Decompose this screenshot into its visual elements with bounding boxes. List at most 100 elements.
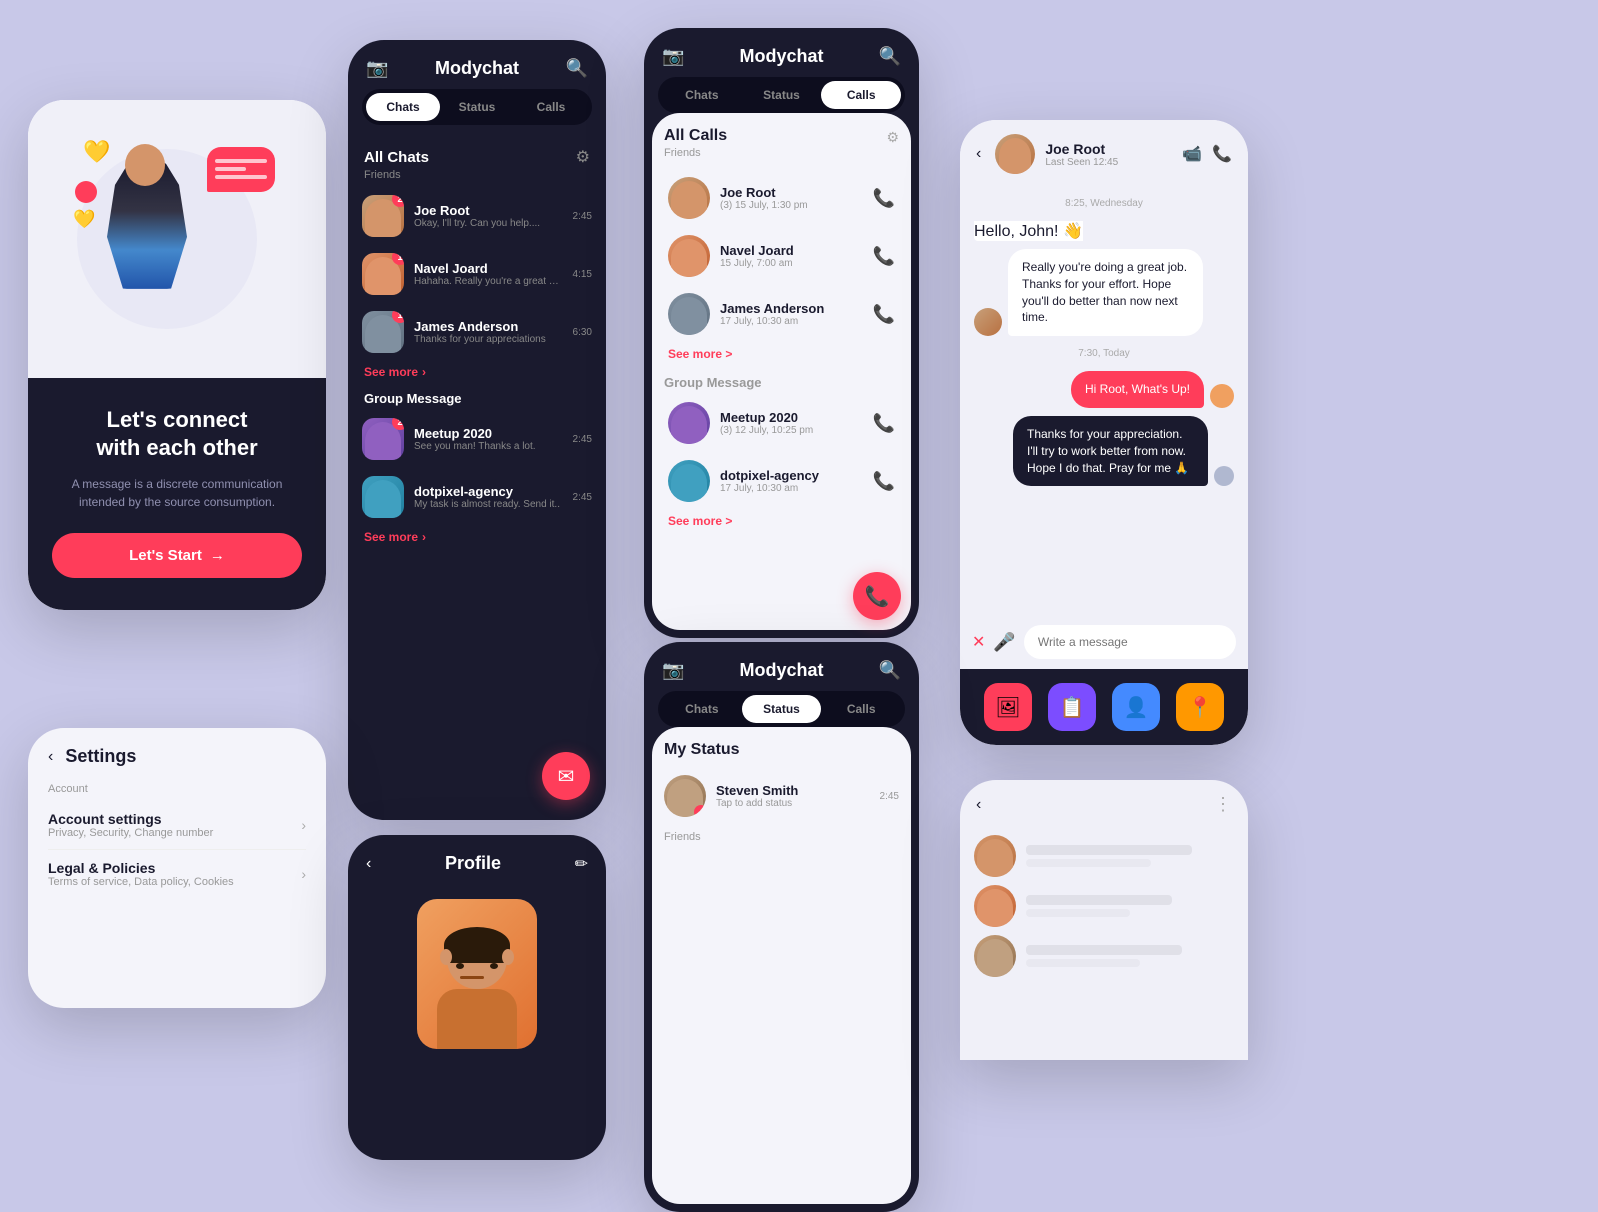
status-header: 📷 Modychat 🔍 bbox=[644, 642, 919, 691]
my-status-title: My Status bbox=[664, 741, 899, 759]
chevron-account-icon: › bbox=[301, 817, 306, 833]
voice-call-icon[interactable]: 📞 bbox=[1212, 144, 1232, 164]
partial-row-2 bbox=[974, 885, 1234, 927]
see-more-friends[interactable]: See more › bbox=[348, 361, 606, 387]
status-item-steven[interactable]: + Steven Smith Tap to add status 2:45 bbox=[664, 769, 899, 823]
chat-item-meetup[interactable]: 2 Meetup 2020 See you man! Thanks a lot.… bbox=[348, 410, 606, 468]
detail-input-area: ✕ 🎤 bbox=[960, 615, 1248, 669]
call-item-navel[interactable]: Navel Joard 15 July, 7:00 am 📞 bbox=[664, 227, 899, 285]
calls-header: 📷 Modychat 🔍 bbox=[644, 28, 919, 77]
calls-filter-icon[interactable]: ⚙ bbox=[886, 129, 899, 146]
calls-body: All Calls ⚙ Friends Joe Root (3) 15 July… bbox=[652, 113, 911, 630]
tab-chats[interactable]: Chats bbox=[366, 93, 440, 121]
status-app-title: Modychat bbox=[739, 660, 823, 681]
call-avatar-meetup bbox=[668, 402, 710, 444]
calls-friends-sub: Friends bbox=[664, 147, 899, 159]
partial-menu-icon[interactable]: ⋮ bbox=[1214, 794, 1232, 815]
msg-appreciation: Thanks for your appreciation. I'll try t… bbox=[1013, 416, 1208, 486]
chat-info-meetup: Meetup 2020 See you man! Thanks a lot. bbox=[414, 426, 563, 452]
profile-edit-icon[interactable]: ✏ bbox=[575, 854, 588, 874]
status-add-icon: + bbox=[694, 805, 706, 817]
call-avatar-navel bbox=[668, 235, 710, 277]
status-tab-status[interactable]: Status bbox=[742, 695, 822, 723]
onboarding-card: 💛 💛 Let's connect with each other A mess… bbox=[28, 100, 326, 610]
all-calls-title: All Calls bbox=[664, 127, 727, 145]
chat-item-dotpixel[interactable]: dotpixel-agency My task is almost ready.… bbox=[348, 468, 606, 526]
settings-item-account[interactable]: Account settings Privacy, Security, Chan… bbox=[48, 801, 306, 850]
msg-date-wednesday: 8:25, Wednesday bbox=[974, 198, 1234, 209]
partial-avatar-3 bbox=[974, 935, 1016, 977]
settings-item-legal[interactable]: Legal & Policies Terms of service, Data … bbox=[48, 850, 306, 898]
chats-app-title: Modychat bbox=[435, 58, 519, 79]
calls-see-more-friends[interactable]: See more > bbox=[664, 343, 899, 369]
status-tab-calls[interactable]: Calls bbox=[821, 695, 901, 723]
profile-card: ‹ Profile ✏ bbox=[348, 835, 606, 1160]
calls-see-more-groups[interactable]: See more > bbox=[664, 510, 899, 536]
message-input[interactable] bbox=[1024, 625, 1236, 659]
call-info-navel: Navel Joard 15 July, 7:00 am bbox=[720, 243, 863, 269]
calls-tab-chats[interactable]: Chats bbox=[662, 81, 742, 109]
call-avatar-dotpixel bbox=[668, 460, 710, 502]
detail-header: ‹ Joe Root Last Seen 12:45 📹 📞 bbox=[960, 120, 1248, 184]
chat-item-joe[interactable]: 2 Joe Root Okay, I'll try. Can you help.… bbox=[348, 187, 606, 245]
partial-header: ‹ ⋮ bbox=[960, 780, 1248, 825]
call-item-james[interactable]: James Anderson 17 July, 10:30 am 📞 bbox=[664, 285, 899, 343]
status-steven-sub: Tap to add status bbox=[716, 798, 870, 809]
detail-back-button[interactable]: ‹ bbox=[976, 145, 981, 163]
status-search-icon[interactable]: 🔍 bbox=[879, 660, 901, 681]
avatar-meetup: 2 bbox=[362, 418, 404, 460]
call-info-dotpixel: dotpixel-agency 17 July, 10:30 am bbox=[720, 468, 863, 494]
partial-info-1 bbox=[1026, 845, 1234, 867]
tab-calls[interactable]: Calls bbox=[514, 93, 588, 121]
call-phone-navel: 📞 bbox=[873, 246, 895, 267]
partial-back-button[interactable]: ‹ bbox=[976, 796, 981, 814]
see-more-groups[interactable]: See more › bbox=[348, 526, 606, 552]
settings-back-button[interactable]: ‹ bbox=[48, 748, 53, 766]
microphone-icon[interactable]: 🎤 bbox=[993, 632, 1015, 653]
settings-title: Settings bbox=[65, 746, 136, 767]
call-item-dotpixel[interactable]: dotpixel-agency 17 July, 10:30 am 📞 bbox=[664, 452, 899, 510]
video-call-icon[interactable]: 📹 bbox=[1182, 144, 1202, 164]
settings-legal-text: Legal & Policies Terms of service, Data … bbox=[48, 860, 301, 888]
msg-great-job: Really you're doing a great job. Thanks … bbox=[1008, 249, 1203, 336]
camera-icon[interactable]: 📷 bbox=[366, 58, 388, 79]
call-fab[interactable]: 📞 bbox=[853, 572, 901, 620]
call-item-joe[interactable]: Joe Root (3) 15 July, 1:30 pm 📞 bbox=[664, 169, 899, 227]
close-icon[interactable]: ✕ bbox=[972, 632, 985, 652]
search-icon[interactable]: 🔍 bbox=[566, 58, 588, 79]
calls-tab-status[interactable]: Status bbox=[742, 81, 822, 109]
detail-action-buttons: 📹 📞 bbox=[1182, 144, 1232, 164]
calls-camera-icon[interactable]: 📷 bbox=[662, 46, 684, 67]
status-card: 📷 Modychat 🔍 Chats Status Calls My Statu… bbox=[644, 642, 919, 1212]
contact-button[interactable]: 👤 bbox=[1112, 683, 1160, 731]
gallery-button[interactable]: 🖼 bbox=[984, 683, 1032, 731]
status-camera-icon[interactable]: 📷 bbox=[662, 660, 684, 681]
calls-search-icon[interactable]: 🔍 bbox=[879, 46, 901, 67]
calls-card: 📷 Modychat 🔍 Chats Status Calls All Call… bbox=[644, 28, 919, 638]
onboarding-bottom: Let's connect with each other A message … bbox=[28, 378, 326, 610]
status-tab-chats[interactable]: Chats bbox=[662, 695, 742, 723]
chat-item-navel[interactable]: 1 Navel Joard Hahaha. Really you're a gr… bbox=[348, 245, 606, 303]
call-info-james: James Anderson 17 July, 10:30 am bbox=[720, 301, 863, 327]
calls-tab-calls[interactable]: Calls bbox=[821, 81, 901, 109]
detail-contact-status: Last Seen 12:45 bbox=[1045, 157, 1118, 168]
tab-status[interactable]: Status bbox=[440, 93, 514, 121]
sent-avatar bbox=[1210, 384, 1234, 408]
chat-info-james: James Anderson Thanks for your appreciat… bbox=[414, 319, 563, 345]
call-avatar-james bbox=[668, 293, 710, 335]
calls-tab-bar: Chats Status Calls bbox=[658, 77, 905, 113]
chats-list: All Chats ⚙ Friends 2 Joe Root Okay, I'l… bbox=[348, 125, 606, 820]
onboarding-description: A message is a discrete communication in… bbox=[52, 475, 302, 511]
compose-fab[interactable]: ✉ bbox=[542, 752, 590, 800]
partial-avatar-1 bbox=[974, 835, 1016, 877]
call-phone-meetup: 📞 bbox=[873, 413, 895, 434]
location-button[interactable]: 📍 bbox=[1176, 683, 1224, 731]
status-body: My Status + Steven Smith Tap to add stat… bbox=[652, 727, 911, 1204]
partial-chat-card: ‹ ⋮ bbox=[960, 780, 1248, 1060]
filter-icon[interactable]: ⚙ bbox=[576, 147, 590, 167]
chat-item-james[interactable]: 1 James Anderson Thanks for your appreci… bbox=[348, 303, 606, 361]
calls-app-title: Modychat bbox=[739, 46, 823, 67]
lets-start-button[interactable]: Let's Start → bbox=[52, 533, 302, 578]
call-item-meetup[interactable]: Meetup 2020 (3) 12 July, 10:25 pm 📞 bbox=[664, 394, 899, 452]
clipboard-button[interactable]: 📋 bbox=[1048, 683, 1096, 731]
